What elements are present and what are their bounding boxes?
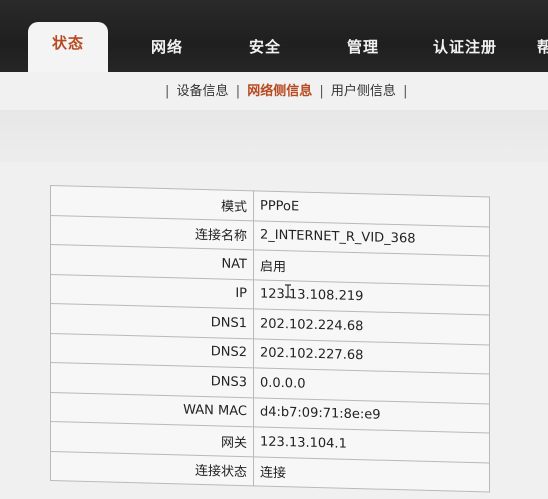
wan-info-table: 模式 PPPoE 连接名称 2_INTERNET_R_VID_368 NAT 启… — [50, 185, 490, 493]
tab-status[interactable]: 状态 — [28, 22, 108, 72]
text-cursor-icon — [285, 284, 291, 298]
row-value: 连接 — [253, 456, 490, 493]
row-label: 连接状态 — [50, 451, 254, 486]
separator: | — [165, 84, 170, 99]
subnav-device-info[interactable]: 设备信息 — [177, 84, 229, 99]
separator: | — [235, 84, 241, 99]
tab-help[interactable]: 帮 — [530, 30, 548, 68]
subnav-user-side-info[interactable]: 用户侧信息 — [331, 84, 396, 99]
sub-nav-links: | 设备信息 | 网络侧信息 | 用户侧信息 | — [162, 80, 410, 99]
separator: | — [319, 84, 324, 99]
page-header-band — [0, 110, 548, 162]
tab-auth-register[interactable]: 认证注册 — [420, 30, 510, 68]
tab-network[interactable]: 网络 — [134, 30, 200, 68]
subnav-network-side-info[interactable]: 网络侧信息 — [247, 84, 312, 99]
tab-security[interactable]: 安全 — [232, 30, 298, 68]
separator: | — [403, 84, 408, 99]
tab-management[interactable]: 管理 — [330, 30, 396, 68]
